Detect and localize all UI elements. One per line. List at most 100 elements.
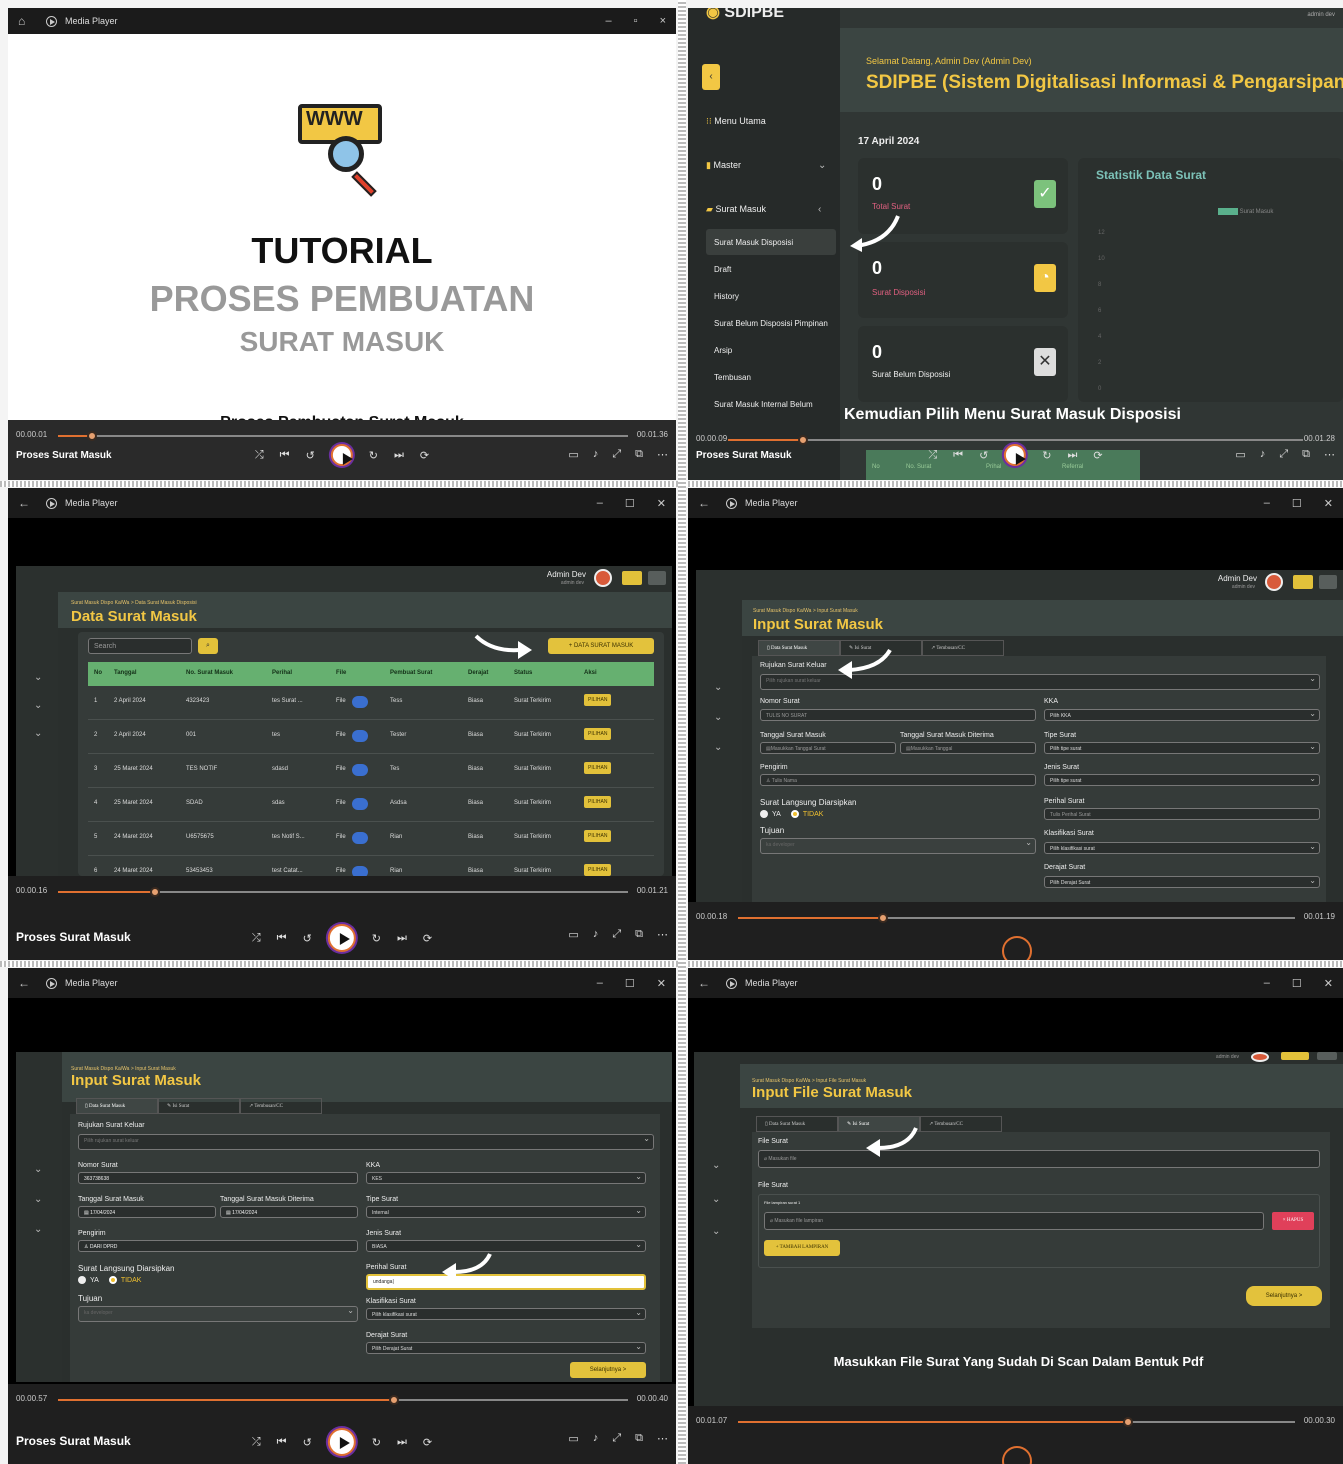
- repeat-icon[interactable]: ⟳: [1093, 449, 1102, 462]
- dropdown-button[interactable]: [1317, 1052, 1337, 1060]
- play-button[interactable]: [330, 444, 353, 466]
- tipe-select[interactable]: Pilih tipe surat: [1044, 742, 1320, 754]
- fullscreen-icon[interactable]: ⤢: [612, 448, 621, 461]
- tujuan-select[interactable]: ka developer: [78, 1306, 358, 1322]
- radio-ya[interactable]: [760, 810, 768, 818]
- tab-data-surat[interactable]: ▯ Data Surat Masuk: [758, 640, 840, 656]
- radio-tidak[interactable]: [790, 810, 799, 818]
- dropdown-button[interactable]: [1319, 575, 1337, 589]
- jenis-select[interactable]: Pilih tipe surat: [1044, 774, 1320, 786]
- rewind-icon[interactable]: ↺: [303, 1436, 312, 1449]
- repeat-icon[interactable]: ⟳: [420, 449, 429, 462]
- previous-icon[interactable]: ⏮: [280, 449, 290, 462]
- forward-icon[interactable]: ↻: [369, 449, 378, 462]
- pengirim-input[interactable]: ♙ Tulis Nama: [760, 774, 1036, 786]
- tab-tembusan[interactable]: ↗ Tembusan/CC: [240, 1098, 322, 1114]
- home-icon[interactable]: ⌂: [18, 14, 38, 28]
- lampiran-input[interactable]: ⌀ Masukan file lampiran: [764, 1212, 1264, 1230]
- next-icon[interactable]: ⏭: [394, 449, 404, 462]
- fullscreen-icon[interactable]: ⤢: [612, 1432, 621, 1445]
- kka-select[interactable]: Pilih KKA: [1044, 709, 1320, 721]
- close-icon[interactable]: ✕: [657, 497, 666, 510]
- back-icon[interactable]: ←: [698, 496, 718, 510]
- rujukan-select[interactable]: Pilih rujukan surat keluar: [78, 1134, 654, 1150]
- view-file-button[interactable]: [352, 832, 368, 844]
- close-icon[interactable]: ✕: [657, 977, 666, 990]
- seek-bar[interactable]: [58, 1395, 628, 1405]
- tab-isi-surat[interactable]: ✎ Isi Surat: [158, 1098, 240, 1114]
- chevron-down-icon[interactable]: ⌄: [34, 672, 42, 683]
- view-file-button[interactable]: [352, 798, 368, 810]
- chevron-down-icon[interactable]: ⌄: [34, 1164, 42, 1175]
- maximize-icon[interactable]: ☐: [1292, 497, 1302, 510]
- miniplayer-icon[interactable]: ⧉: [1302, 448, 1310, 461]
- chevron-down-icon[interactable]: ⌄: [712, 1160, 720, 1171]
- shuffle-icon[interactable]: ⤮: [252, 1436, 261, 1449]
- next-icon[interactable]: ⏭: [397, 932, 407, 945]
- dropdown-button[interactable]: [648, 571, 666, 585]
- pilihan-button[interactable]: PILIHAN: [584, 694, 612, 706]
- submenu-item[interactable]: Tembusan: [714, 373, 751, 382]
- tanggal-input[interactable]: ▤Masukkan Tanggal Surat: [760, 742, 896, 754]
- bell-icon[interactable]: [1293, 575, 1313, 589]
- previous-icon[interactable]: ⏮: [953, 449, 963, 462]
- perihal-input[interactable]: Tulis Perihal Surat: [1044, 808, 1320, 820]
- volume-icon[interactable]: ♪: [593, 448, 599, 461]
- caption-icon[interactable]: ▭: [568, 448, 578, 461]
- rewind-icon[interactable]: ↺: [303, 932, 312, 945]
- klasifikasi-select[interactable]: Pilih klasifikasi surat: [366, 1308, 646, 1320]
- menu-utama[interactable]: ⁝⁝ Menu Utama: [706, 116, 766, 127]
- shuffle-icon[interactable]: ⤮: [255, 449, 264, 462]
- submenu-item[interactable]: Surat Masuk Disposisi: [714, 238, 793, 247]
- more-icon[interactable]: ⋯: [657, 448, 668, 461]
- fullscreen-icon[interactable]: ⤢: [1279, 448, 1288, 461]
- derajat-select[interactable]: Pilih Derajat Surat: [1044, 876, 1320, 888]
- search-button[interactable]: ⌕: [198, 638, 218, 654]
- maximize-icon[interactable]: ☐: [625, 497, 635, 510]
- seek-knob[interactable]: [877, 913, 888, 923]
- seek-knob[interactable]: [1122, 1417, 1133, 1427]
- chevron-down-icon[interactable]: ⌄: [712, 1226, 720, 1237]
- view-file-button[interactable]: [352, 696, 368, 708]
- tanggal-diterima-input[interactable]: ▤ 17/04/2024: [220, 1206, 358, 1218]
- caption-icon[interactable]: ▭: [568, 1432, 578, 1445]
- shuffle-icon[interactable]: ⤮: [252, 932, 261, 945]
- derajat-select[interactable]: Pilih Derajat Surat: [366, 1342, 646, 1354]
- chevron-down-icon[interactable]: ⌄: [714, 682, 722, 693]
- volume-icon[interactable]: ♪: [1260, 448, 1266, 461]
- caption-icon[interactable]: ▭: [568, 928, 578, 941]
- jenis-select[interactable]: BIASA: [366, 1240, 646, 1252]
- pengirim-input[interactable]: ♙ DARI DPRD: [78, 1240, 358, 1252]
- tab-data-surat[interactable]: ▯ Data Surat Masuk: [76, 1098, 158, 1114]
- volume-icon[interactable]: ♪: [593, 928, 599, 941]
- seek-bar[interactable]: [58, 887, 628, 897]
- radio-ya[interactable]: [78, 1276, 86, 1284]
- chevron-down-icon[interactable]: ⌄: [34, 728, 42, 739]
- maximize-icon[interactable]: ☐: [625, 977, 635, 990]
- play-button[interactable]: [327, 924, 356, 952]
- next-icon[interactable]: ⏭: [1068, 449, 1078, 462]
- pilihan-button[interactable]: PILIHAN: [584, 864, 612, 876]
- tab-tembusan[interactable]: ↗ Tembusan/CC: [920, 1116, 1002, 1132]
- repeat-icon[interactable]: ⟳: [423, 1436, 432, 1449]
- maximize-icon[interactable]: ☐: [1292, 977, 1302, 990]
- menu-surat-masuk[interactable]: ▰ Surat Masuk: [706, 204, 766, 215]
- tambah-lampiran-button[interactable]: + TAMBAH LAMPIRAN: [764, 1240, 840, 1256]
- seek-bar[interactable]: [738, 1417, 1295, 1427]
- chevron-down-icon[interactable]: ⌄: [34, 700, 42, 711]
- avatar[interactable]: [1265, 573, 1283, 591]
- search-input[interactable]: Search: [88, 638, 192, 654]
- chevron-down-icon[interactable]: ⌄: [34, 1194, 42, 1205]
- pilihan-button[interactable]: PILIHAN: [584, 762, 612, 774]
- view-file-button[interactable]: [352, 764, 368, 776]
- tab-data-surat[interactable]: ▯ Data Surat Masuk: [756, 1116, 838, 1132]
- tipe-select[interactable]: Internal: [366, 1206, 646, 1218]
- hapus-button[interactable]: × HAPUS: [1272, 1212, 1314, 1230]
- close-icon[interactable]: ×: [660, 15, 666, 27]
- view-file-button[interactable]: [352, 730, 368, 742]
- miniplayer-icon[interactable]: ⧉: [635, 448, 643, 461]
- repeat-icon[interactable]: ⟳: [423, 932, 432, 945]
- tab-tembusan[interactable]: ↗ Tembusan/CC: [922, 640, 1004, 656]
- previous-icon[interactable]: ⏮: [277, 932, 287, 945]
- shuffle-icon[interactable]: ⤮: [928, 449, 937, 462]
